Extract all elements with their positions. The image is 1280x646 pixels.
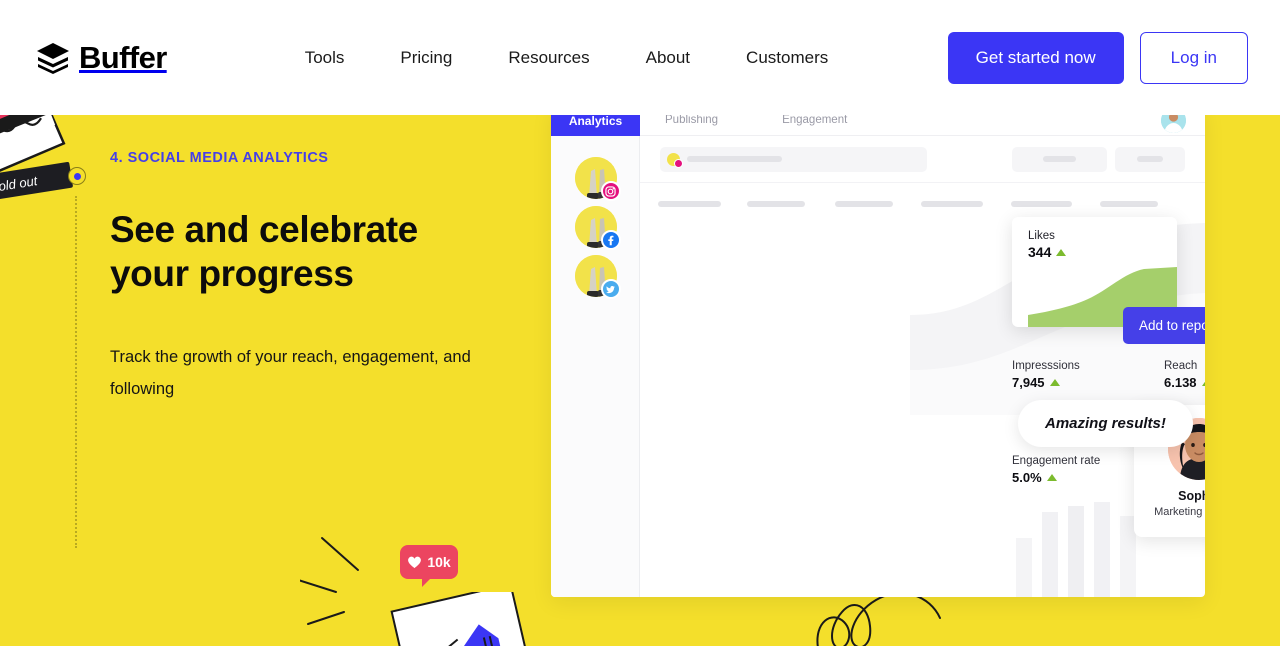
analytics-dashboard-mockup: Analytics Publishing Engagement Likes 34… [551,105,1205,597]
tab-engagement[interactable]: Engagement [782,114,847,126]
like-count-badge: 10k [400,545,458,587]
dashboard-main-panel: Publishing Engagement Likes 344 Add to r… [640,105,1205,597]
nav-item-customers[interactable]: Customers [718,48,856,68]
account-filter-chip[interactable] [660,146,927,172]
nav-item-resources[interactable]: Resources [480,48,617,68]
facebook-icon [600,230,621,250]
tab-publishing[interactable]: Publishing [665,114,718,126]
sidebar-account-facebook[interactable] [574,206,621,250]
dropdown-placeholder-bar [1137,156,1163,162]
like-badge-count: 10k [427,554,451,570]
dropdown-placeholder-bar [1043,156,1076,162]
likes-label: Likes [1028,230,1055,242]
nav-item-pricing[interactable]: Pricing [372,48,480,68]
column-placeholder [658,201,721,207]
section-text-column: 4. SOCIAL MEDIA ANALYTICS See and celebr… [110,150,540,405]
nav-actions: Get started now Log in [947,31,1248,84]
sidebar-account-twitter[interactable] [574,255,621,299]
likes-value: 344 [1028,244,1052,260]
column-placeholder [835,201,893,207]
likes-value-row: 344 [1012,242,1177,260]
stat-reach: Reach 6.138 [1164,360,1205,390]
bullet-dot-icon [73,172,81,180]
stat-label: Impresssions [1012,360,1080,372]
buffer-stacked-layers-logo-icon [37,42,69,74]
testimonial-name: Sophie [1178,489,1205,503]
top-navigation-bar: Buffer Tools Pricing Resources About Cus… [0,0,1280,115]
stat-value-row: 5.0% [1012,470,1100,485]
page-title: See and celebrate your progress [110,209,418,295]
stat-value-row: 7,945 [1012,375,1080,390]
heart-icon [408,556,422,569]
dashboard-sidebar: Analytics [551,105,640,597]
nav-item-tools[interactable]: Tools [277,48,373,68]
trend-up-icon [1046,474,1057,481]
stat-label: Engagement rate [1012,455,1101,467]
account-chip-avatar [667,152,683,168]
stat-value: 5.0% [1012,470,1042,485]
amazing-results-callout: Amazing results! [1018,400,1193,447]
trend-up-icon [1056,248,1067,256]
log-in-button[interactable]: Log in [1139,31,1248,84]
trend-up-icon [1201,379,1205,386]
dotted-timeline-rail [75,196,77,548]
section-marker-dot [68,167,86,185]
main-nav-links: Tools Pricing Resources About Customers [277,48,857,68]
bubble-tail [422,578,431,587]
section-description: Track the growth of your reach, engageme… [110,347,471,398]
stat-value: 6.138 [1164,375,1197,390]
brand-logo[interactable]: Buffer [36,40,167,76]
nav-item-about[interactable]: About [618,48,718,68]
testimonial-role: Marketing Director [1154,506,1205,518]
chip-placeholder-bar [687,156,782,162]
twitter-icon [600,279,621,299]
column-placeholder [747,201,805,207]
add-to-report-button[interactable]: Add to report [1123,307,1205,344]
stat-value: 7,945 [1012,375,1045,390]
trend-up-icon [1049,379,1060,386]
tilted-paper-card-icon [390,592,534,646]
section-eyebrow: 4. SOCIAL MEDIA ANALYTICS [110,150,329,166]
instagram-icon [600,181,621,201]
sidebar-account-instagram[interactable] [574,157,621,201]
sold-out-ticket-illustration: sold out [0,105,73,205]
brand-name: Buffer [79,39,167,75]
stat-engagement-rate: Engagement rate 5.0% [1012,455,1100,485]
stat-value-row: 6.138 [1164,375,1205,390]
get-started-button[interactable]: Get started now [947,31,1124,84]
stat-impressions: Impresssions 7,945 [1012,360,1080,390]
sidebar-account-list [551,157,640,304]
stat-label: Reach [1164,360,1198,372]
